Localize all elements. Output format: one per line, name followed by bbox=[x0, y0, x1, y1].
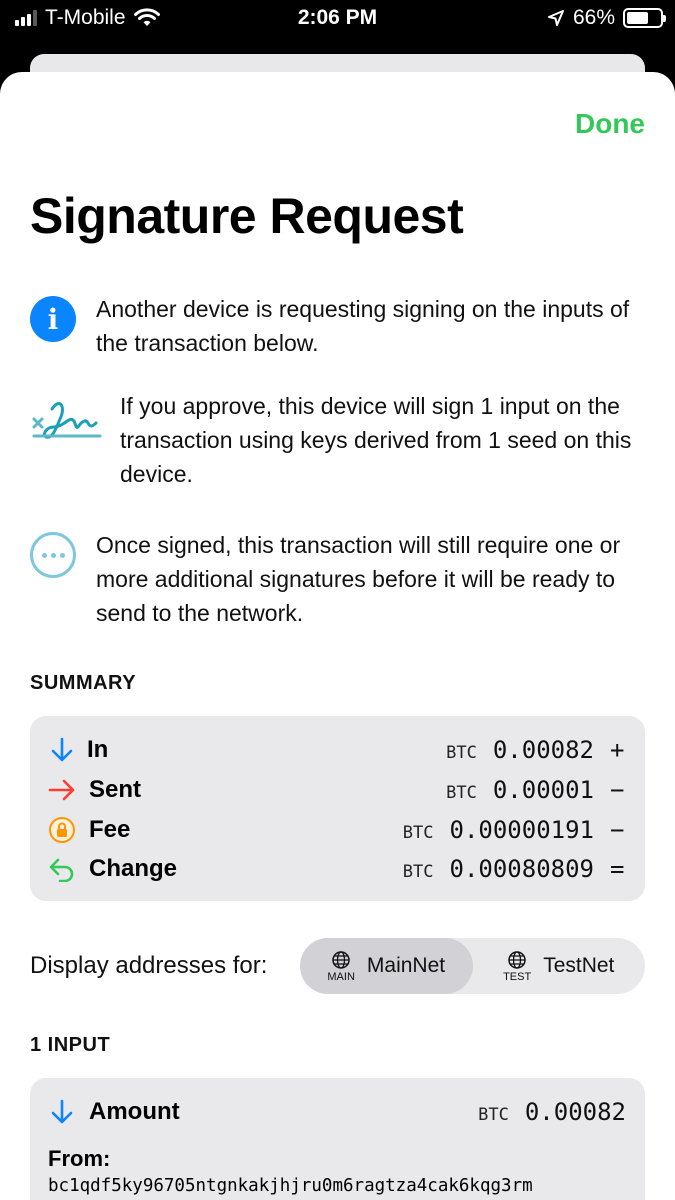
arrow-down-icon bbox=[47, 735, 77, 765]
arrow-right-icon bbox=[47, 775, 77, 805]
battery-icon bbox=[623, 8, 666, 28]
display-addresses-label: Display addresses for: bbox=[30, 952, 268, 979]
display-addresses-row: Display addresses for: MAIN MainNet TEST… bbox=[30, 938, 645, 994]
from-address[interactable]: bc1qdf5ky96705ntgnkakjhjru0m6ragtza4cak6… bbox=[48, 1176, 533, 1196]
info-row-additional: Once signed, this transaction will still… bbox=[30, 528, 645, 630]
info-text: Another device is requesting signing on … bbox=[96, 296, 630, 356]
segment-label: MainNet bbox=[366, 954, 446, 977]
info-text: If you approve, this device will sign 1 … bbox=[120, 393, 632, 487]
operator-sign: = bbox=[610, 855, 625, 883]
amount-value: 0.00080809 bbox=[449, 855, 595, 883]
currency-unit: BTC bbox=[402, 862, 434, 882]
inputs-section-label: 1 INPUT bbox=[30, 1034, 111, 1056]
currency-unit: BTC bbox=[446, 783, 477, 803]
info-text: Once signed, this transaction will still… bbox=[96, 532, 621, 626]
currency-unit: BTC bbox=[402, 823, 434, 843]
summary-row-in: In BTC 0.00082 + bbox=[47, 732, 628, 768]
segment-testnet[interactable]: TEST TestNet bbox=[473, 938, 646, 994]
battery-percent: 66% bbox=[572, 6, 615, 29]
summary-row-fee: Fee BTC 0.00000191 − bbox=[47, 812, 628, 848]
operator-sign: − bbox=[610, 776, 625, 804]
info-icon: i bbox=[30, 296, 76, 342]
from-label: From: bbox=[48, 1146, 111, 1171]
info-row-approve: If you approve, this device will sign 1 … bbox=[30, 393, 645, 491]
globe-icon bbox=[332, 950, 350, 969]
summary-label: In bbox=[87, 736, 109, 763]
input-amount-row: Amount BTC 0.00082 bbox=[47, 1094, 628, 1130]
status-bar: T-Mobile 2:06 PM 66% bbox=[0, 0, 675, 40]
location-icon bbox=[547, 10, 564, 26]
segment-label: TestNet bbox=[543, 954, 615, 977]
summary-label: Sent bbox=[89, 776, 142, 803]
input-amount-label: Amount bbox=[89, 1098, 180, 1125]
summary-card: In BTC 0.00082 + Sent BTC 0.00001 − Fee … bbox=[30, 716, 645, 901]
return-arrow-icon bbox=[47, 854, 77, 884]
globe-icon bbox=[508, 950, 526, 969]
summary-label: Change bbox=[89, 855, 178, 882]
amount-value: 0.00082 bbox=[492, 736, 594, 764]
segment-sublabel: MAIN bbox=[327, 970, 355, 983]
currency-unit: BTC bbox=[446, 743, 477, 763]
summary-label: Fee bbox=[89, 816, 131, 843]
amount-value: 0.00082 bbox=[524, 1098, 626, 1126]
network-segmented-control: MAIN MainNet TEST TestNet bbox=[300, 938, 645, 994]
operator-sign: − bbox=[610, 816, 625, 844]
summary-row-change: Change BTC 0.00080809 = bbox=[47, 851, 628, 887]
arrow-down-icon bbox=[47, 1097, 77, 1127]
summary-section-label: SUMMARY bbox=[30, 672, 137, 694]
amount-value: 0.00001 bbox=[492, 776, 594, 804]
summary-row-sent: Sent BTC 0.00001 − bbox=[47, 772, 628, 808]
page-title: Signature Request bbox=[30, 188, 464, 244]
segment-mainnet[interactable]: MAIN MainNet bbox=[300, 938, 473, 994]
operator-sign: + bbox=[610, 736, 625, 764]
segment-sublabel: TEST bbox=[503, 970, 532, 983]
amount-value: 0.00000191 bbox=[449, 816, 595, 844]
info-row-request: i Another device is requesting signing o… bbox=[30, 292, 645, 360]
done-button[interactable]: Done bbox=[575, 108, 645, 140]
currency-unit: BTC bbox=[478, 1105, 509, 1125]
lock-icon bbox=[47, 815, 77, 845]
signature-icon bbox=[32, 402, 102, 439]
signature-request-sheet: Done Signature Request i Another device … bbox=[0, 72, 675, 1200]
ellipsis-icon bbox=[30, 532, 76, 578]
input-card: Amount BTC 0.00082 From: bc1qdf5ky96705n… bbox=[30, 1078, 645, 1200]
